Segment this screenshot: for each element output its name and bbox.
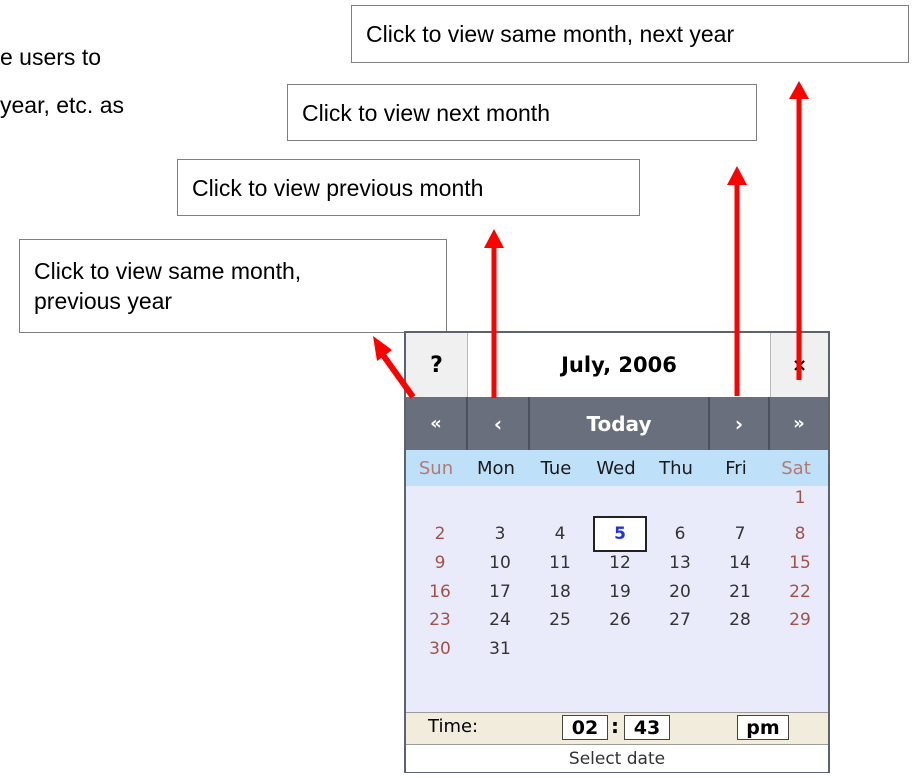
annotation-arrows [373,81,809,399]
arrow-next-month [727,166,747,396]
arrow-previous-month [484,229,504,398]
arrow-previous-year [373,336,416,399]
arrow-next-year [789,81,809,380]
